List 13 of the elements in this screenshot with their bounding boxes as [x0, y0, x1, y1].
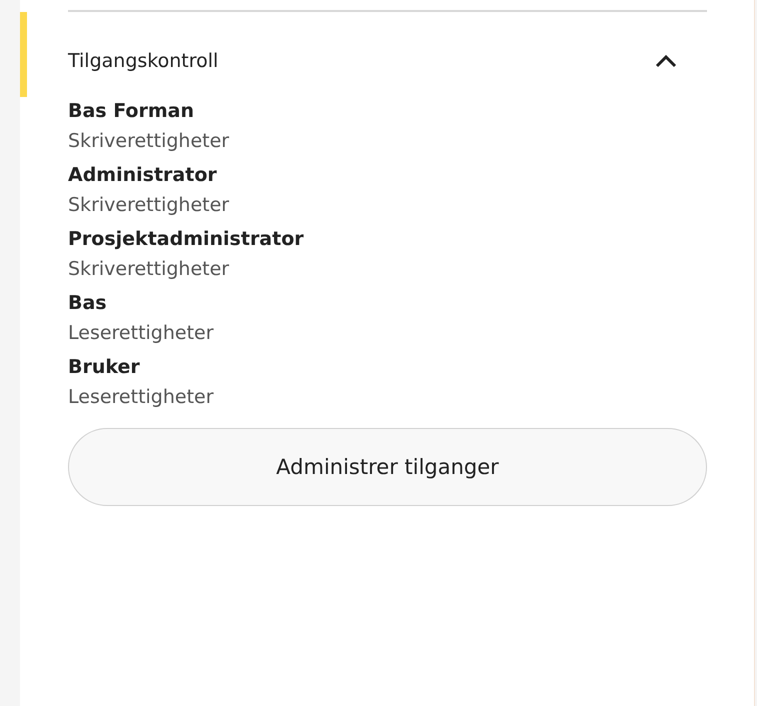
role-name: Bruker	[68, 356, 141, 378]
access-level: Skriverettigheter	[68, 130, 230, 152]
section-title: Tilgangskontroll	[68, 50, 218, 72]
access-level: Leserettigheter	[68, 322, 215, 344]
access-level: Leserettigheter	[68, 386, 215, 408]
role-name: Bas	[68, 292, 108, 314]
role-name: Administrator	[68, 164, 218, 186]
access-level: Skriverettigheter	[68, 258, 230, 280]
access-level: Skriverettigheter	[68, 194, 230, 216]
role-name: Prosjektadministrator	[68, 228, 305, 250]
manage-access-button[interactable]: Administrer tilganger	[68, 428, 707, 506]
chevron-icon[interactable]	[655, 54, 677, 68]
role-name: Bas Forman	[68, 100, 196, 122]
